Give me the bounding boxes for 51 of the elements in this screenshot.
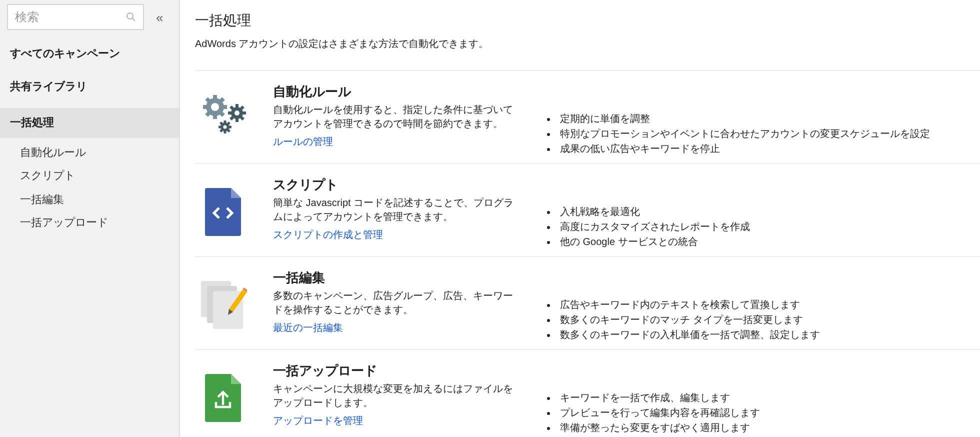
section-title: 一括編集 bbox=[273, 269, 326, 287]
section-title: スクリプト bbox=[273, 176, 339, 194]
page-subtitle: AdWords アカウントの設定はさまざまな方法で自動化できます。 bbox=[195, 38, 490, 52]
bullet-icon bbox=[547, 334, 550, 337]
bullet-text: 特別なプロモーションやイベントに合わせたアカウントの変更スケジュールを設定 bbox=[560, 128, 930, 142]
sidebar-item[interactable]: 一括処理 bbox=[0, 108, 179, 138]
bullet-icon bbox=[547, 241, 550, 244]
page-title: 一括処理 bbox=[195, 11, 252, 30]
bullet-icon bbox=[547, 118, 550, 121]
bullet-text: 広告やキーワード内のテキストを検索して置換します bbox=[560, 298, 800, 313]
section-link[interactable]: 最近の一括編集 bbox=[273, 321, 545, 336]
bullet-icon bbox=[547, 412, 550, 415]
documents-pencil-icon bbox=[201, 281, 247, 329]
bullet-text: キーワードを一括で作成、編集します bbox=[560, 392, 730, 406]
sidebar-item[interactable]: 共有ライブラリ bbox=[0, 72, 179, 102]
bullet-icon bbox=[547, 427, 550, 430]
bullet-icon bbox=[547, 304, 550, 307]
bullet-text: 高度にカスタマイズされたレポートを作成 bbox=[560, 220, 750, 235]
bullet-text: 成果の低い広告やキーワードを停止 bbox=[560, 142, 720, 157]
search-field[interactable]: 検索 bbox=[7, 4, 144, 30]
sidebar-subitem[interactable]: 一括編集 bbox=[0, 188, 179, 212]
section-link[interactable]: スクリプトの作成と管理 bbox=[273, 228, 545, 243]
upload-file-icon bbox=[205, 374, 241, 422]
code-file-icon bbox=[205, 188, 241, 236]
search-icon bbox=[126, 12, 136, 22]
sidebar-item[interactable]: すべてのキャンペーン bbox=[0, 39, 179, 69]
bullet-text: 数多くのキーワードのマッチ タイプを一括変更します bbox=[560, 314, 803, 328]
sidebar-subitem[interactable]: 自動化ルール bbox=[0, 141, 179, 164]
bullet-icon bbox=[547, 211, 550, 214]
sidebar-subitem[interactable]: 一括アップロード bbox=[0, 212, 179, 235]
section-description: 自動化ルールを使用すると、指定した条件に基づいてアカウントを管理できるので時間を節約できます。 bbox=[273, 104, 514, 132]
bullet-icon bbox=[547, 397, 550, 400]
section-title: 一括アップロード bbox=[273, 362, 378, 380]
section-link[interactable]: ルールの管理 bbox=[273, 135, 545, 150]
bullet-text: 入札戦略を最適化 bbox=[560, 206, 640, 220]
bullet-text: 数多くのキーワードの入札単価を一括で調整、設定します bbox=[560, 328, 820, 343]
bullet-text: プレビューを行って編集内容を再確認します bbox=[560, 406, 760, 421]
bullet-icon bbox=[547, 226, 550, 229]
section-link[interactable]: アップロードを管理 bbox=[273, 414, 545, 429]
bullet-icon bbox=[547, 319, 550, 322]
bullet-text: 準備が整ったら変更をすばやく適用します bbox=[560, 422, 750, 436]
bullet-text: 定期的に単価を調整 bbox=[560, 112, 650, 127]
sidebar-subitem[interactable]: スクリプト bbox=[0, 164, 179, 188]
collapse-button[interactable]: « bbox=[156, 10, 164, 24]
bullet-icon bbox=[547, 148, 550, 151]
section-description: 簡単な Javascript コードを記述することで、プログラムによってアカウントを管理できます。 bbox=[273, 197, 515, 225]
section-description: 多数のキャンペーン、広告グループ、広告、キーワードを操作することができます。 bbox=[273, 290, 514, 318]
section-description: キャンペーンに大規模な変更を加えるにはファイルをアップロードします。 bbox=[273, 383, 514, 411]
bullet-icon bbox=[547, 133, 550, 136]
bullet-text: 他の Google サービスとの統合 bbox=[560, 236, 698, 250]
section-title: 自動化ルール bbox=[273, 83, 352, 101]
